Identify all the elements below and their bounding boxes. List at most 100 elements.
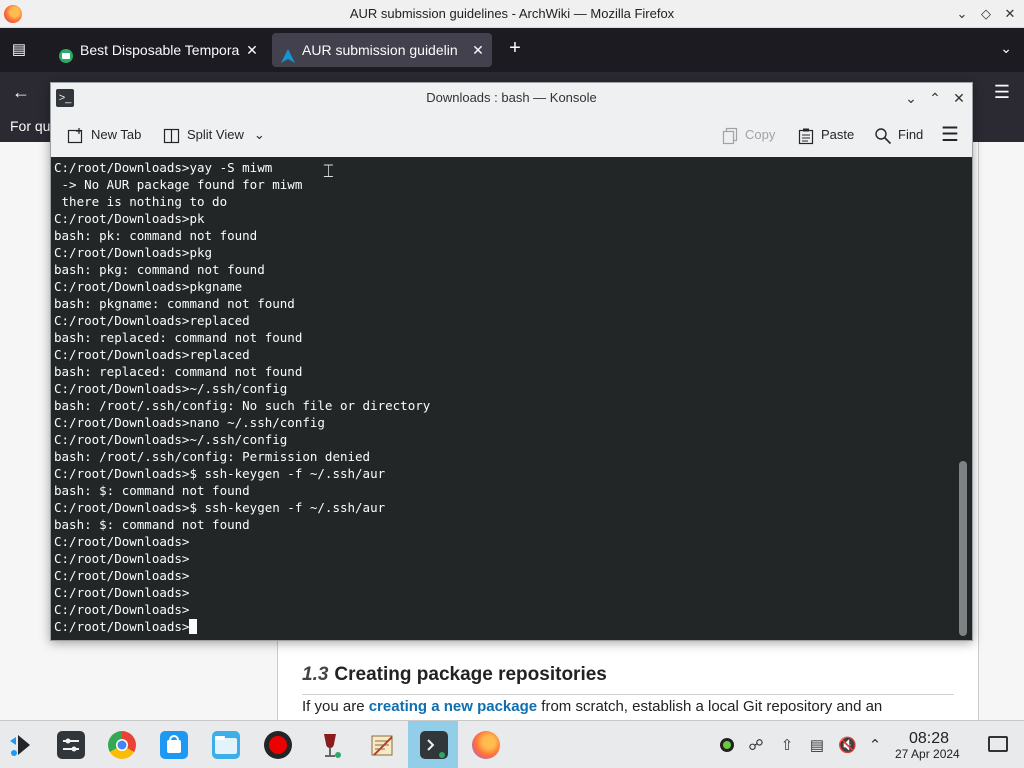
clock-date[interactable]: 27 Apr 2024 [895, 747, 960, 761]
terminal-line: C:/root/Downloads>$ ssh-keygen -f ~/.ssh… [54, 466, 386, 481]
taskbar-settings-app[interactable] [45, 721, 95, 768]
scrollbar-thumb[interactable] [959, 461, 967, 636]
taskbar-obs-app[interactable] [252, 721, 302, 768]
terminal-view[interactable]: C:/root/Downloads>yay -S miwm -> No AUR … [51, 157, 972, 640]
tab-manager-icon[interactable]: ▤ [8, 40, 30, 60]
terminal-line: C:/root/Downloads>~/.ssh/config [54, 381, 288, 396]
chevron-down-icon[interactable]: ⌄ [254, 127, 265, 142]
terminal-line: C:/root/Downloads>$ ssh-keygen -f ~/.ssh… [54, 500, 386, 515]
close-icon[interactable]: ✕ [950, 89, 968, 107]
terminal-line: C:/root/Downloads>pkgname [54, 279, 243, 294]
find-button[interactable]: Find [874, 123, 923, 147]
konsole-window: >_ Downloads : bash — Konsole ⌄ ⌃ ✕ New … [50, 82, 973, 641]
terminal-line: bash: $: command not found [54, 483, 250, 498]
show-desktop-icon[interactable] [988, 736, 1008, 752]
new-tab-button[interactable]: New Tab [67, 123, 141, 147]
terminal-line: C:/root/Downloads>nano ~/.ssh/config [54, 415, 325, 430]
clock-time[interactable]: 08:28 [909, 730, 949, 748]
close-icon[interactable]: ✕ [1000, 4, 1020, 24]
tab-close-icon[interactable]: ✕ [244, 33, 260, 67]
wine-glass-icon [316, 731, 344, 759]
taskbar-files-app[interactable] [200, 721, 250, 768]
taskbar-firefox-app[interactable] [460, 721, 510, 768]
creating-new-package-link[interactable]: creating a new package [369, 698, 537, 715]
terminal-line: C:/root/Downloads> [54, 534, 190, 549]
chrome-icon [108, 731, 136, 759]
notepad-icon [368, 731, 396, 759]
partial-text: For qu [10, 118, 51, 134]
terminal-line: C:/root/Downloads> [54, 585, 190, 600]
terminal-prompt-line[interactable]: C:/root/Downloads> [54, 618, 430, 635]
settings-sliders-icon [57, 731, 85, 759]
kde-connect-icon[interactable]: ☍ [747, 736, 765, 754]
tab-disposable-email[interactable]: Best Disposable Tempora ✕ [50, 33, 266, 67]
terminal-icon [420, 731, 448, 759]
folder-icon [212, 731, 240, 759]
copy-icon [721, 127, 739, 145]
konsole-title: Downloads : bash — Konsole [426, 90, 597, 105]
tab-label: AUR submission guidelin [302, 42, 458, 58]
terminal-line: bash: /root/.ssh/config: No such file or… [54, 398, 431, 413]
copy-button[interactable]: Copy [721, 123, 775, 147]
firefox-icon [472, 731, 500, 759]
new-tab-label: New Tab [91, 127, 142, 142]
section-heading: 1.3 Creating package repositories [302, 664, 607, 686]
terminal-line: bash: pk: command not found [54, 228, 258, 243]
taskbar-wine-app[interactable] [304, 721, 354, 768]
terminal-line: bash: pkgname: command not found [54, 296, 295, 311]
heading-divider [302, 694, 954, 695]
taskbar-discover-app[interactable] [148, 721, 198, 768]
taskbar-konsole-app[interactable] [408, 721, 458, 768]
clipboard-icon[interactable]: ▤ [808, 736, 826, 754]
maximize-icon[interactable]: ⌃ [926, 89, 944, 107]
minimize-icon[interactable]: ⌄ [902, 89, 920, 107]
paste-label: Paste [821, 127, 855, 142]
hamburger-menu-icon[interactable]: ☰ [994, 82, 1010, 103]
split-view-icon [163, 127, 181, 145]
record-icon [264, 731, 292, 759]
taskbar-text-editor-app[interactable] [356, 721, 406, 768]
para-text: If you are [302, 698, 369, 715]
minimize-icon[interactable]: ⌄ [952, 4, 972, 24]
paste-button[interactable]: Paste [797, 123, 854, 147]
terminal-line: bash: $: command not found [54, 517, 250, 532]
tab-close-icon[interactable]: ✕ [470, 33, 486, 67]
maximize-icon[interactable]: ◇ [976, 4, 996, 24]
text-cursor-ibeam-icon: ⌶ [323, 161, 334, 182]
hamburger-menu-icon[interactable]: ☰ [941, 123, 959, 147]
terminal-line: bash: /root/.ssh/config: Permission deni… [54, 449, 371, 464]
split-view-button[interactable]: Split View ⌄ [163, 123, 265, 147]
chevron-up-icon[interactable]: ⌃ [866, 736, 884, 754]
taskbar: ☍ ⇧ ▤ 🔇 ⌃ [0, 720, 1024, 768]
tab-aur-guidelines[interactable]: AUR submission guidelin ✕ [272, 33, 492, 67]
terminal-scrollbar[interactable] [959, 161, 967, 636]
para-text: from scratch, establish a local Git repo… [537, 698, 883, 715]
updates-icon[interactable]: ⇧ [778, 736, 796, 754]
terminal-line: C:/root/Downloads>replaced [54, 347, 250, 362]
application-launcher-button[interactable] [0, 721, 50, 768]
status-indicator-icon[interactable] [718, 736, 736, 754]
terminal-line: C:/root/Downloads>replaced [54, 313, 250, 328]
list-tabs-chevron-icon[interactable]: ⌄ [1000, 40, 1012, 57]
paste-icon [797, 127, 815, 145]
terminal-line: C:/root/Downloads> [54, 602, 190, 617]
copy-label: Copy [745, 127, 776, 142]
new-tab-icon[interactable]: + [504, 38, 526, 60]
back-arrow-icon[interactable]: ← [12, 82, 30, 103]
terminal-cursor [189, 619, 198, 634]
taskbar-chrome-app[interactable] [96, 721, 146, 768]
article-paragraph: If you are creating a new package from s… [302, 698, 882, 715]
firefox-tab-bar: ▤ Best Disposable Tempora ✕ AUR submissi… [0, 28, 1024, 72]
terminal-line: C:/root/Downloads>yay -S miwm [54, 160, 273, 175]
find-label: Find [898, 127, 924, 142]
volume-muted-icon[interactable]: 🔇 [838, 736, 857, 754]
terminal-prompt: C:/root/Downloads> [54, 619, 190, 634]
konsole-titlebar[interactable]: >_ Downloads : bash — Konsole ⌄ ⌃ ✕ [51, 83, 972, 113]
terminal-line: C:/root/Downloads> [54, 551, 190, 566]
terminal-line: -> No AUR package found for miwm [54, 177, 303, 192]
terminal-line: C:/root/Downloads>pkg [54, 245, 213, 260]
terminal-line: C:/root/Downloads>pk [54, 211, 205, 226]
tab-favicon-icon [58, 42, 74, 63]
terminal-line: bash: replaced: command not found [54, 330, 303, 345]
section-title: Creating package repositories [334, 664, 607, 685]
